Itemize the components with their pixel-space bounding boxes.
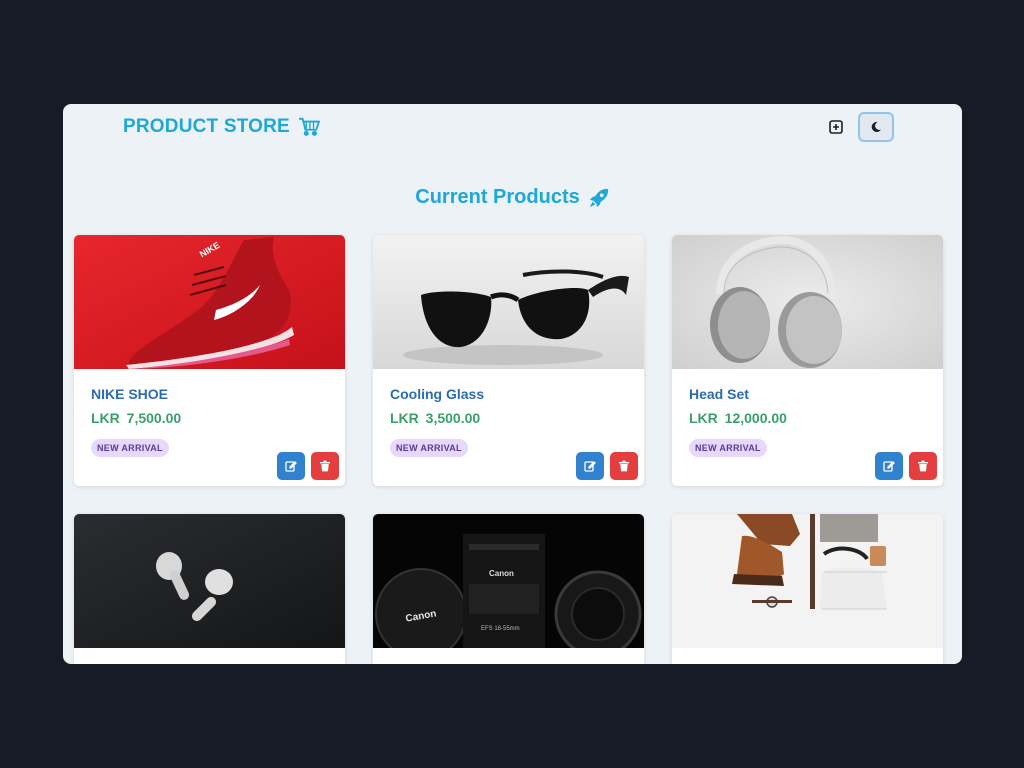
shopping-cart-icon bbox=[298, 117, 320, 136]
product-image bbox=[672, 235, 943, 369]
product-image bbox=[672, 514, 943, 648]
plus-square-icon bbox=[829, 120, 843, 134]
price-amount: 7,500.00 bbox=[126, 410, 182, 426]
moon-icon bbox=[871, 121, 881, 132]
add-product-button[interactable] bbox=[818, 112, 854, 142]
new-arrival-badge: NEW ARRIVAL bbox=[689, 439, 767, 457]
brand[interactable]: PRODUCT STORE bbox=[123, 116, 320, 138]
delete-button[interactable] bbox=[909, 452, 937, 480]
edit-button[interactable] bbox=[875, 452, 903, 480]
product-grid: NIKE NIKE SHOE LKR 7,500.00 NEW ARRIVAL bbox=[74, 235, 943, 664]
price-amount: 12,000.00 bbox=[724, 410, 787, 426]
theme-toggle-button[interactable] bbox=[858, 112, 894, 142]
edit-icon bbox=[883, 461, 895, 472]
delete-button[interactable] bbox=[610, 452, 638, 480]
edit-button[interactable] bbox=[576, 452, 604, 480]
product-image: Canon Canon EFS 18-55mm bbox=[373, 514, 644, 648]
rocket-icon bbox=[589, 188, 608, 207]
product-price: LKR 3,500.00 bbox=[390, 410, 627, 426]
product-image bbox=[373, 235, 644, 369]
product-card bbox=[74, 514, 345, 664]
edit-icon bbox=[285, 461, 297, 472]
product-card: Head Set LKR 12,000.00 NEW ARRIVAL bbox=[672, 235, 943, 486]
product-card: Canon Canon EFS 18-55mm bbox=[373, 514, 644, 664]
product-name: Cooling Glass bbox=[390, 386, 485, 402]
trash-icon bbox=[918, 460, 928, 472]
trash-icon bbox=[320, 460, 330, 472]
product-name: NIKE SHOE bbox=[91, 386, 169, 402]
brand-title: PRODUCT STORE bbox=[123, 116, 290, 137]
edit-icon bbox=[584, 461, 596, 472]
price-currency: LKR bbox=[91, 410, 120, 426]
page-heading: Current Products bbox=[63, 186, 962, 209]
camera-brand-label-center: Canon bbox=[489, 569, 514, 578]
new-arrival-badge: NEW ARRIVAL bbox=[91, 439, 169, 457]
delete-button[interactable] bbox=[311, 452, 339, 480]
product-image bbox=[74, 514, 345, 648]
product-card: NIKE NIKE SHOE LKR 7,500.00 NEW ARRIVAL bbox=[74, 235, 345, 486]
product-price: LKR 12,000.00 bbox=[689, 410, 926, 426]
app-window: PRODUCT STORE Current Products NIKE NIKE… bbox=[63, 104, 962, 664]
price-currency: LKR bbox=[390, 410, 419, 426]
trash-icon bbox=[619, 460, 629, 472]
product-name: Head Set bbox=[689, 386, 749, 402]
price-amount: 3,500.00 bbox=[425, 410, 481, 426]
page-title: Current Products bbox=[415, 186, 580, 208]
lens-spec-label: EFS 18-55mm bbox=[481, 626, 520, 632]
product-price: LKR 7,500.00 bbox=[91, 410, 328, 426]
product-card: Cooling Glass LKR 3,500.00 NEW ARRIVAL bbox=[373, 235, 644, 486]
price-currency: LKR bbox=[689, 410, 718, 426]
product-image: NIKE bbox=[74, 235, 345, 369]
product-card bbox=[672, 514, 943, 664]
edit-button[interactable] bbox=[277, 452, 305, 480]
new-arrival-badge: NEW ARRIVAL bbox=[390, 439, 468, 457]
